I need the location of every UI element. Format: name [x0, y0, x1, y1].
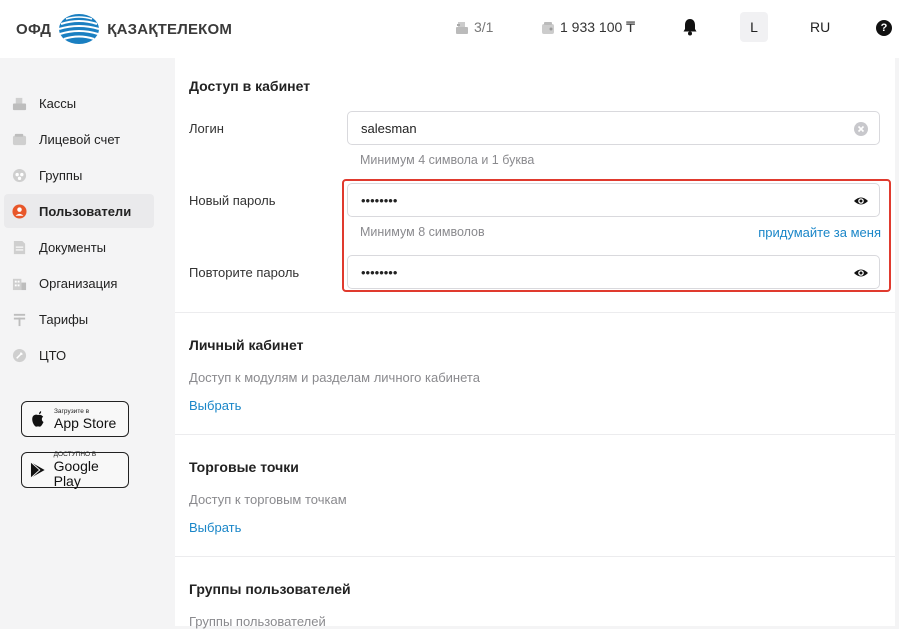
google-play-badge[interactable]: ДОСТУПНО В Google Play: [21, 451, 129, 489]
user-groups-description: Группы пользователей: [189, 614, 326, 629]
logo-brand-text: ҚАЗАҚТЕЛЕКОМ: [107, 20, 233, 38]
tenge-icon: [13, 313, 26, 326]
service-icon: [12, 348, 27, 362]
login-input[interactable]: salesman: [347, 111, 880, 145]
main-content: Доступ в кабинет Логин salesman Минимум …: [175, 58, 895, 629]
document-icon: [13, 240, 26, 254]
section-divider: [175, 312, 895, 313]
user-groups-section-title: Группы пользователей: [189, 581, 351, 597]
kassa-counter[interactable]: 3/1: [454, 19, 493, 35]
help-icon[interactable]: ?: [876, 20, 892, 36]
building-icon: [12, 278, 27, 290]
trade-points-description: Доступ к торговым точкам: [189, 492, 347, 507]
password-fields-highlight: [342, 179, 891, 292]
sidebar-item-tariffs[interactable]: Тарифы: [4, 302, 154, 336]
sidebar-item-label: Группы: [39, 167, 83, 183]
sidebar-item-label: Кассы: [39, 95, 77, 111]
sidebar-item-label: Документы: [39, 239, 107, 255]
top-bar: ОФД ҚАЗАҚТЕЛЕКОМ 3/1 1 933 100 ₸ L RU ?: [0, 0, 899, 58]
sidebar-item-account[interactable]: Лицевой счет: [4, 122, 154, 156]
access-section-title: Доступ в кабинет: [189, 78, 311, 94]
sidebar-item-label: ЦТО: [39, 347, 67, 363]
new-password-label: Новый пароль: [189, 193, 276, 208]
sidebar: Кассы Лицевой счет Группы Пользователи Д…: [0, 58, 175, 626]
groups-icon: [12, 168, 27, 182]
login-value: salesman: [361, 120, 417, 136]
sidebar-item-organization[interactable]: Организация: [4, 266, 154, 300]
balance-text: 1 933 100 ₸: [560, 19, 636, 35]
sidebar-item-label: Пользователи: [39, 203, 132, 219]
login-label: Логин: [189, 121, 224, 136]
google-play-icon: [30, 461, 45, 479]
trade-points-select-link[interactable]: Выбрать: [189, 520, 241, 535]
cabinet-section-title: Личный кабинет: [189, 337, 304, 353]
logo-ofd-text: ОФД: [16, 20, 52, 38]
cash-register-icon: [12, 97, 27, 110]
cabinet-select-link[interactable]: Выбрать: [189, 398, 241, 413]
section-divider: [175, 556, 895, 557]
clear-icon[interactable]: [853, 121, 869, 137]
sidebar-item-cto[interactable]: ЦТО: [4, 338, 154, 372]
app-store-badge[interactable]: Загрузите в App Store: [21, 401, 129, 437]
sidebar-item-documents[interactable]: Документы: [4, 230, 154, 264]
wallet-icon: [12, 133, 27, 145]
repeat-password-label: Повторите пароль: [189, 265, 300, 280]
login-hint: Минимум 4 символа и 1 буква: [360, 153, 535, 167]
user-icon: [12, 203, 27, 219]
balance[interactable]: 1 933 100 ₸: [540, 19, 635, 36]
logo[interactable]: ОФД ҚАЗАҚТЕЛЕКОМ: [16, 12, 232, 46]
sidebar-item-label: Тарифы: [39, 311, 89, 327]
sidebar-item-groups[interactable]: Группы: [4, 158, 154, 192]
section-divider: [175, 434, 895, 435]
sidebar-item-kassy[interactable]: Кассы: [4, 86, 154, 120]
cabinet-description: Доступ к модулям и разделам личного каби…: [189, 370, 480, 385]
sidebar-item-users[interactable]: Пользователи: [4, 194, 154, 228]
sidebar-item-label: Лицевой счет: [39, 131, 121, 147]
kassa-count-text: 3/1: [474, 19, 494, 35]
app-store-big-text: App Store: [54, 414, 117, 431]
cash-register-icon: [456, 22, 468, 34]
google-play-big-text: Google Play: [53, 458, 99, 489]
kazakhtelecom-globe-icon: [59, 14, 100, 44]
user-initial: L: [750, 19, 758, 35]
sidebar-item-label: Организация: [39, 275, 118, 291]
wallet-icon: [542, 21, 554, 34]
user-avatar-button[interactable]: L: [740, 12, 768, 42]
notifications-bell-icon[interactable]: [682, 18, 698, 36]
trade-points-section-title: Торговые точки: [189, 459, 299, 475]
apple-icon: [32, 411, 44, 427]
language-switcher[interactable]: RU: [810, 19, 830, 35]
